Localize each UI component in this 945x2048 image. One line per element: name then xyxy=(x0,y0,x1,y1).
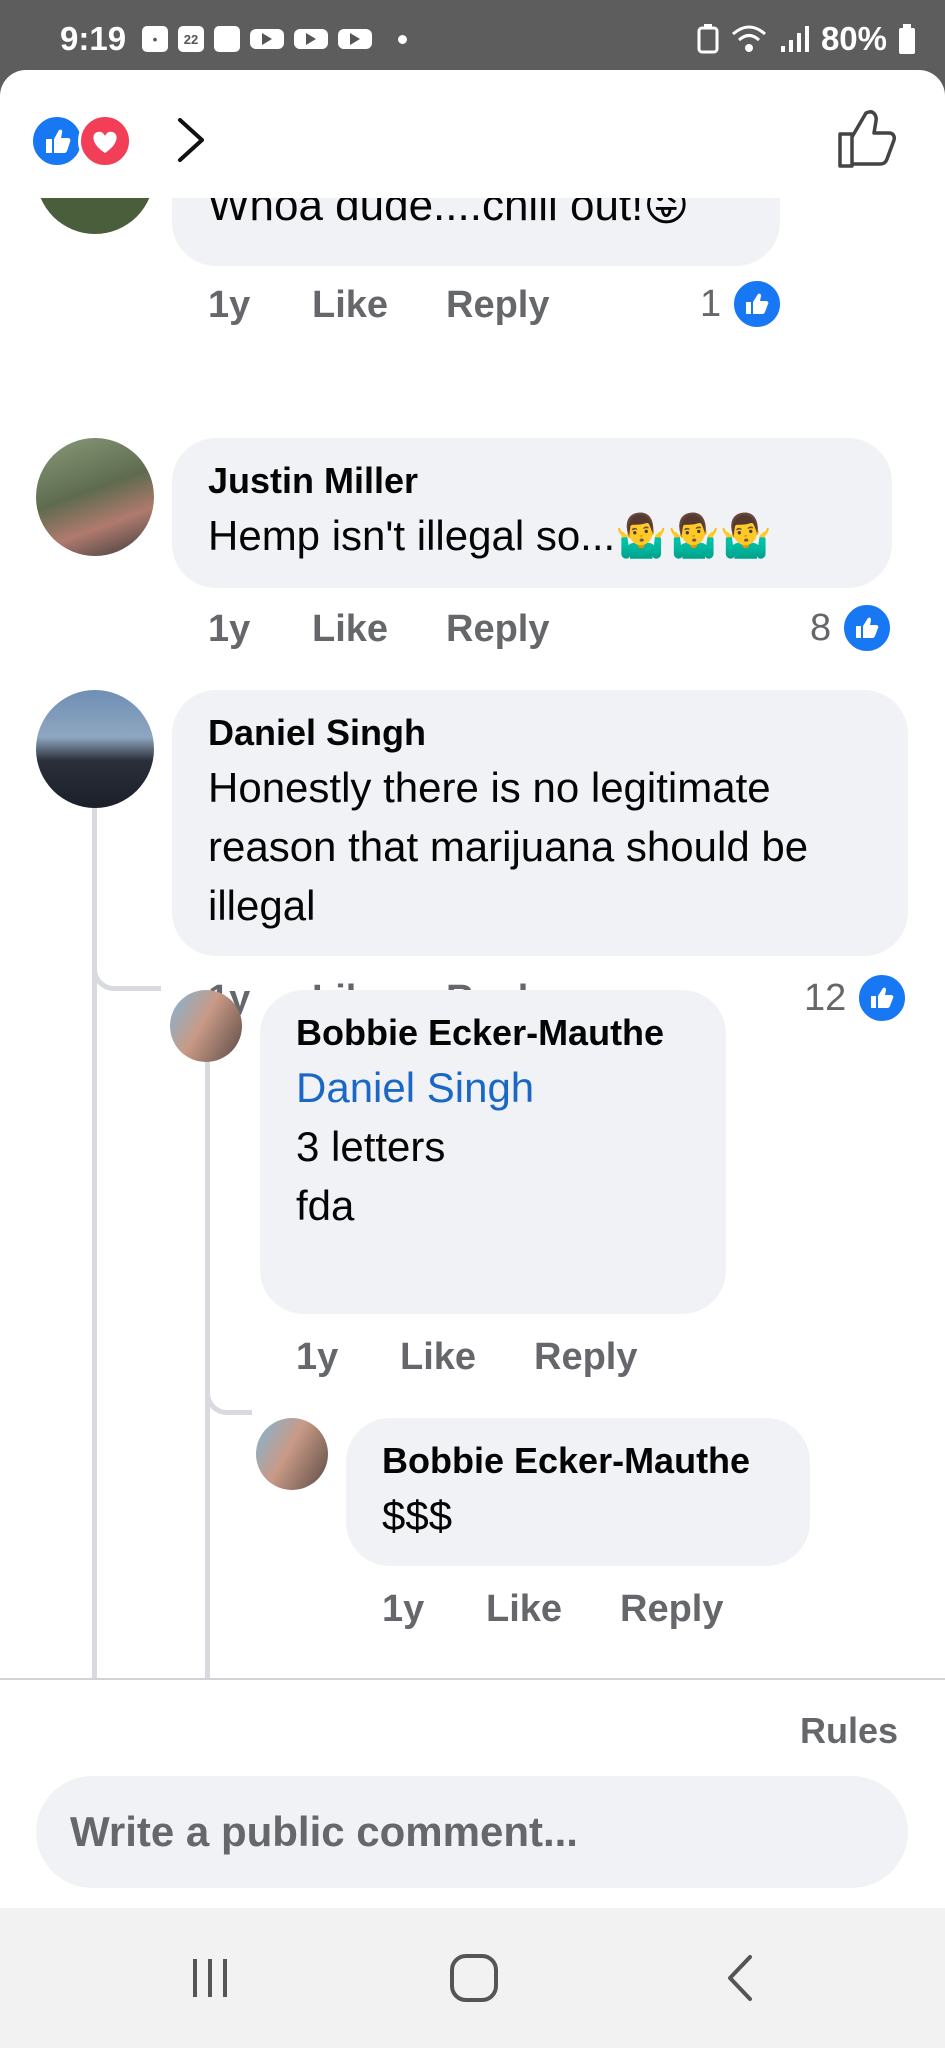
mention-link[interactable]: Daniel Singh xyxy=(296,1058,534,1117)
thread-connector xyxy=(92,958,161,991)
wifi-icon xyxy=(731,25,766,52)
chevron-right-icon[interactable] xyxy=(168,114,216,166)
battery-saver-icon xyxy=(697,24,719,54)
love-icon xyxy=(78,114,132,168)
reply-button[interactable]: Reply xyxy=(534,1336,637,1379)
comment-feed[interactable]: Whoa dude....chill out!😜 1y Like Reply 1… xyxy=(0,198,945,1748)
reaction-count[interactable]: 1 xyxy=(700,278,784,330)
comment-text: Honestly there is no legitimate reason t… xyxy=(208,764,809,929)
comment-time: 1y xyxy=(208,608,251,650)
like-button[interactable]: Like xyxy=(312,608,388,651)
avatar[interactable] xyxy=(36,438,154,556)
like-button[interactable]: Like xyxy=(400,1336,476,1379)
reply-text: 3 letters fda xyxy=(296,1123,446,1229)
message-icon: • xyxy=(142,26,168,52)
app-grid-icon xyxy=(214,26,240,52)
comment-composer: Rules xyxy=(0,1678,945,1908)
like-icon xyxy=(30,114,84,168)
youtube-icon xyxy=(250,29,284,49)
rules-link[interactable]: Rules xyxy=(800,1710,898,1752)
back-button[interactable] xyxy=(680,1908,800,2048)
comment-time: 1y xyxy=(296,1336,339,1378)
comment-time: 1y xyxy=(382,1588,425,1630)
reply-button[interactable]: Reply xyxy=(446,608,549,651)
avatar[interactable] xyxy=(170,990,242,1062)
commenter-name[interactable]: Justin Miller xyxy=(208,460,418,502)
comment-text: Whoa dude....chill out!😜 xyxy=(208,198,690,230)
like-button[interactable]: Like xyxy=(312,284,388,327)
reply-button[interactable]: Reply xyxy=(620,1588,723,1631)
reply-text: $$$ xyxy=(382,1492,453,1539)
commenter-name[interactable]: Daniel Singh xyxy=(208,712,426,754)
battery-percent: 80% xyxy=(820,20,887,57)
youtube-icon xyxy=(338,29,372,49)
signal-icon xyxy=(780,26,809,52)
thread-connector xyxy=(205,1384,252,1415)
like-icon xyxy=(856,972,909,1024)
system-icons: 80% xyxy=(697,20,915,58)
home-icon xyxy=(450,1954,498,2002)
status-time: 9:19 xyxy=(60,20,127,57)
like-icon xyxy=(731,278,784,330)
comment-text: Hemp isn't illegal so...🤷‍♂️🤷‍♂️🤷‍♂️ xyxy=(208,512,773,559)
home-button[interactable] xyxy=(414,1908,534,2048)
more-notifications-icon xyxy=(398,34,407,44)
like-icon xyxy=(841,602,894,654)
commenter-name[interactable]: Bobbie Ecker-Mauthe xyxy=(296,1012,664,1054)
back-icon xyxy=(728,1955,752,2001)
reaction-summary[interactable] xyxy=(30,114,132,168)
battery-icon xyxy=(899,24,915,54)
reaction-count[interactable]: 12 xyxy=(804,972,909,1024)
avatar[interactable] xyxy=(36,198,154,234)
calendar-icon: 22 xyxy=(178,26,204,52)
thread-line xyxy=(92,750,97,1748)
recent-apps-button[interactable] xyxy=(150,1908,270,2048)
system-nav-bar xyxy=(0,1908,945,2048)
thumbs-up-outline-icon[interactable] xyxy=(836,108,898,170)
like-button[interactable]: Like xyxy=(486,1588,562,1631)
comment-time: 1y xyxy=(208,284,251,326)
avatar[interactable] xyxy=(256,1418,328,1490)
status-bar: 9:19 • 22 80% xyxy=(0,0,945,70)
comments-sheet: Whoa dude....chill out!😜 1y Like Reply 1… xyxy=(0,70,945,1908)
avatar[interactable] xyxy=(36,690,154,808)
recent-apps-icon xyxy=(193,1959,227,1997)
reply-button[interactable]: Reply xyxy=(446,284,549,327)
commenter-name[interactable]: Bobbie Ecker-Mauthe xyxy=(382,1440,750,1482)
youtube-icon xyxy=(294,29,328,49)
reaction-count[interactable]: 8 xyxy=(810,602,894,654)
comment-input[interactable] xyxy=(36,1776,908,1888)
notification-icons: • 22 xyxy=(142,26,407,52)
